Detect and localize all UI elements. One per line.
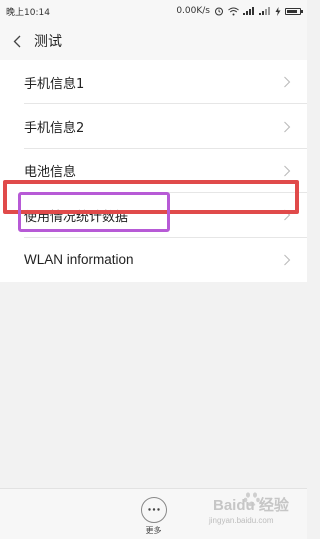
list-item-label: 手机信息1: [24, 76, 85, 92]
charging-icon: [275, 6, 281, 16]
list-item-label: 使用情况统计数据: [24, 209, 129, 225]
battery-icon: [285, 7, 303, 15]
signal-icon: [243, 7, 255, 15]
more-button[interactable]: [140, 496, 167, 523]
chevron-right-icon: [284, 254, 291, 266]
list-item-wlan-info[interactable]: WLAN information: [0, 238, 307, 282]
list-item-phone-info-2[interactable]: 手机信息2: [0, 104, 307, 150]
alarm-icon: [214, 6, 224, 16]
back-arrow-icon: [13, 35, 21, 47]
page-title: 测试: [34, 34, 62, 50]
chevron-right-icon: [284, 165, 291, 177]
list-item-battery-info[interactable]: 电池信息: [0, 149, 307, 194]
list-item-label: WLAN information: [24, 252, 134, 268]
header-bar: 测试: [0, 22, 307, 60]
more-dots-icon: [147, 508, 160, 511]
chevron-right-icon: [284, 209, 291, 221]
status-bar: 晚上10:14 0.00K/s: [0, 0, 307, 22]
list-item-usage-stats[interactable]: 使用情况统计数据: [0, 193, 307, 238]
signal-icon-2: [259, 7, 271, 15]
bottom-bar: 更多: [0, 488, 307, 539]
list-item-label: 手机信息2: [24, 121, 85, 137]
list-item-label: 电池信息: [24, 165, 77, 181]
chevron-right-icon: [284, 121, 291, 132]
more-label: 更多: [145, 525, 162, 535]
net-speed: 0.00K/s: [176, 6, 210, 16]
wifi-icon: [228, 7, 239, 16]
list-item-phone-info-1[interactable]: 手机信息1: [0, 60, 307, 105]
settings-list: 手机信息1 手机信息2 电池信息 使用情况统计数据 WLAN informati…: [0, 60, 307, 282]
back-button[interactable]: [0, 22, 34, 60]
status-time: 晚上10:14: [6, 7, 50, 18]
chevron-right-icon: [284, 76, 291, 88]
